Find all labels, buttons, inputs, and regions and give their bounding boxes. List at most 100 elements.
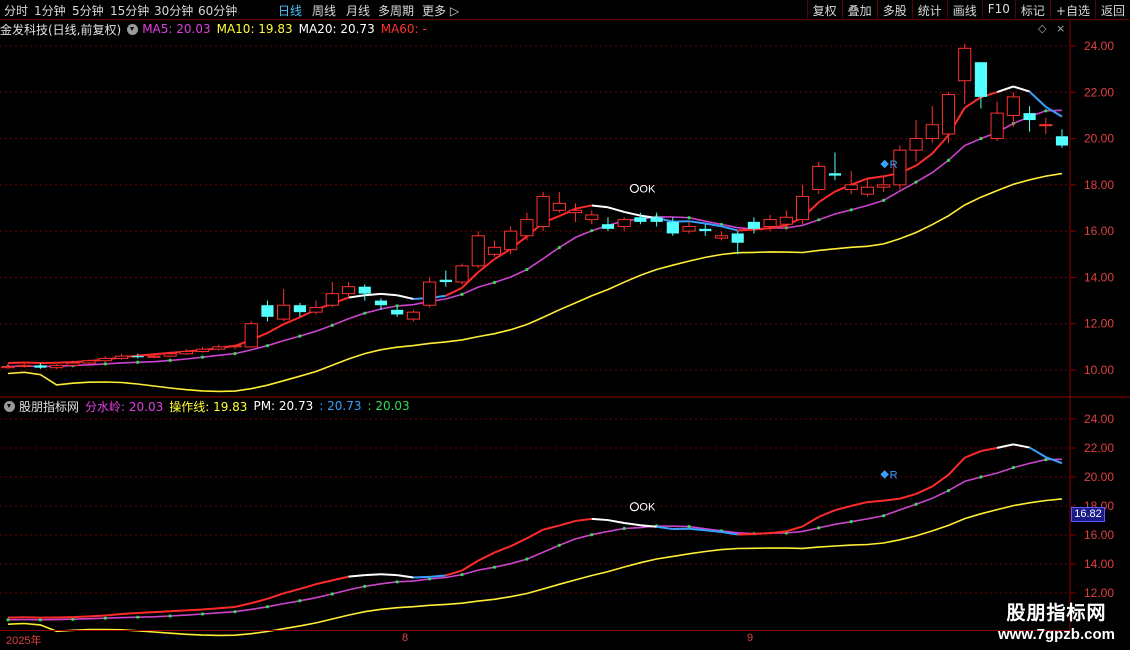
green-dot-sub	[492, 565, 497, 569]
signal-line	[24, 361, 41, 365]
signal-line	[575, 204, 592, 210]
green-dot	[817, 218, 821, 222]
candle-body	[650, 217, 663, 222]
signal-line-sub	[267, 592, 284, 600]
green-dot-sub	[136, 615, 140, 619]
signal-line-sub	[818, 509, 836, 518]
candle-body	[487, 246, 502, 255]
signal-line-sub	[737, 532, 754, 536]
candle-body	[925, 124, 939, 140]
signal-line	[591, 204, 609, 209]
candle-body	[828, 173, 842, 176]
green-dot	[557, 245, 561, 250]
candle-body	[941, 94, 956, 135]
signal-line-sub	[980, 446, 998, 453]
green-dot-sub	[200, 612, 205, 616]
signal-line-sub	[494, 545, 512, 554]
signal-line	[623, 210, 641, 217]
green-dot	[233, 351, 237, 356]
signal-line-sub	[89, 614, 106, 618]
candle-body	[277, 304, 291, 320]
signal-line	[867, 175, 884, 180]
tick-label: 14.00	[1084, 270, 1114, 284]
green-dot-sub	[265, 605, 270, 609]
signal-line-sub	[867, 499, 884, 504]
candle-body	[471, 235, 485, 267]
candle-body	[1023, 113, 1036, 121]
signal-line-sub	[137, 611, 154, 615]
candle-body	[98, 357, 112, 362]
candle-body	[439, 279, 452, 283]
green-dot-sub	[979, 475, 983, 479]
signal-line-sub	[1029, 446, 1047, 458]
date-axis: 2025年 8 9	[0, 630, 1070, 650]
candle-body	[699, 228, 712, 232]
candle-body	[358, 286, 371, 294]
signal-line	[364, 292, 382, 297]
candle-body	[860, 186, 874, 195]
price-tag: 16.82	[1071, 507, 1105, 522]
candle-body	[1006, 96, 1020, 116]
signal-line-sub	[429, 574, 446, 578]
signal-line-sub	[802, 516, 820, 528]
candle-body	[244, 323, 258, 348]
candle-body	[261, 305, 274, 317]
green-dot-sub	[817, 526, 821, 530]
candle-body	[714, 235, 729, 239]
green-dot	[914, 180, 918, 184]
signal-line	[1045, 106, 1063, 118]
tick-label: 12.00	[1084, 586, 1114, 600]
date-label: 9	[747, 632, 754, 644]
signal-line-sub	[234, 602, 252, 608]
green-dot-sub	[395, 580, 399, 584]
tick-label: 20.00	[1084, 132, 1114, 146]
tick-label: 12.00	[1084, 317, 1114, 331]
signal-line-sub	[899, 493, 917, 500]
candle-body	[131, 356, 144, 358]
ok-icon	[629, 183, 640, 194]
signal-line	[996, 85, 1014, 94]
green-dot-sub	[525, 557, 529, 561]
green-dot-sub	[298, 599, 302, 603]
green-dot-sub	[363, 584, 367, 589]
diamond-icon	[880, 159, 889, 169]
candle-body	[990, 112, 1004, 140]
chart-canvas[interactable]: 24.00 22.00 20.00 18.00 16.00 14.00 12.00 10.00…	[0, 0, 1130, 650]
green-dot-sub	[6, 618, 10, 622]
candle-body	[958, 47, 972, 82]
candle-body	[391, 309, 404, 315]
candle-body	[634, 217, 647, 222]
green-dot	[979, 136, 983, 141]
signal-line-sub	[947, 457, 966, 476]
green-dot-sub	[622, 526, 626, 531]
green-dot	[395, 304, 399, 308]
candle-body	[423, 281, 437, 306]
signal-line-sub	[202, 607, 219, 611]
green-dot	[200, 355, 205, 359]
green-dot	[525, 267, 529, 272]
ok-label: OK	[639, 502, 656, 514]
signal-line	[380, 292, 398, 297]
signal-line	[266, 323, 285, 334]
signal-line-sub	[834, 504, 852, 512]
candle-body	[568, 209, 583, 214]
signal-line-sub	[72, 615, 90, 619]
signal-line-sub	[996, 443, 1014, 449]
candle-body	[666, 221, 679, 234]
candle-body	[325, 293, 339, 306]
signal-line	[915, 152, 933, 167]
signal-line	[1028, 90, 1047, 108]
green-dot-sub	[1011, 465, 1015, 470]
signal-line-sub	[575, 517, 592, 522]
candle-body	[341, 286, 356, 295]
signal-line-sub	[591, 517, 609, 522]
candle-body	[601, 224, 615, 229]
signal-line-sub	[348, 574, 365, 578]
signal-line	[137, 353, 155, 357]
tick-label: 16.00	[1084, 224, 1114, 238]
candle-body	[163, 353, 177, 357]
candle-body	[504, 230, 518, 251]
signal-line-sub	[397, 574, 414, 579]
yellow-line-sub	[7, 498, 1063, 637]
candle-body	[17, 364, 31, 368]
